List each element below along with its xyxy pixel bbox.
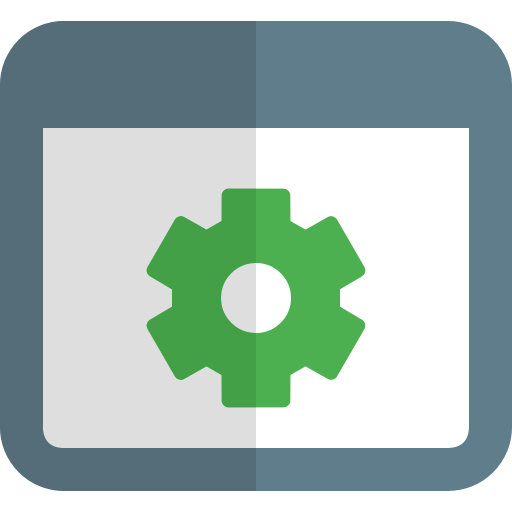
icon-canvas [0,21,512,491]
browser-settings-icon [0,0,512,512]
